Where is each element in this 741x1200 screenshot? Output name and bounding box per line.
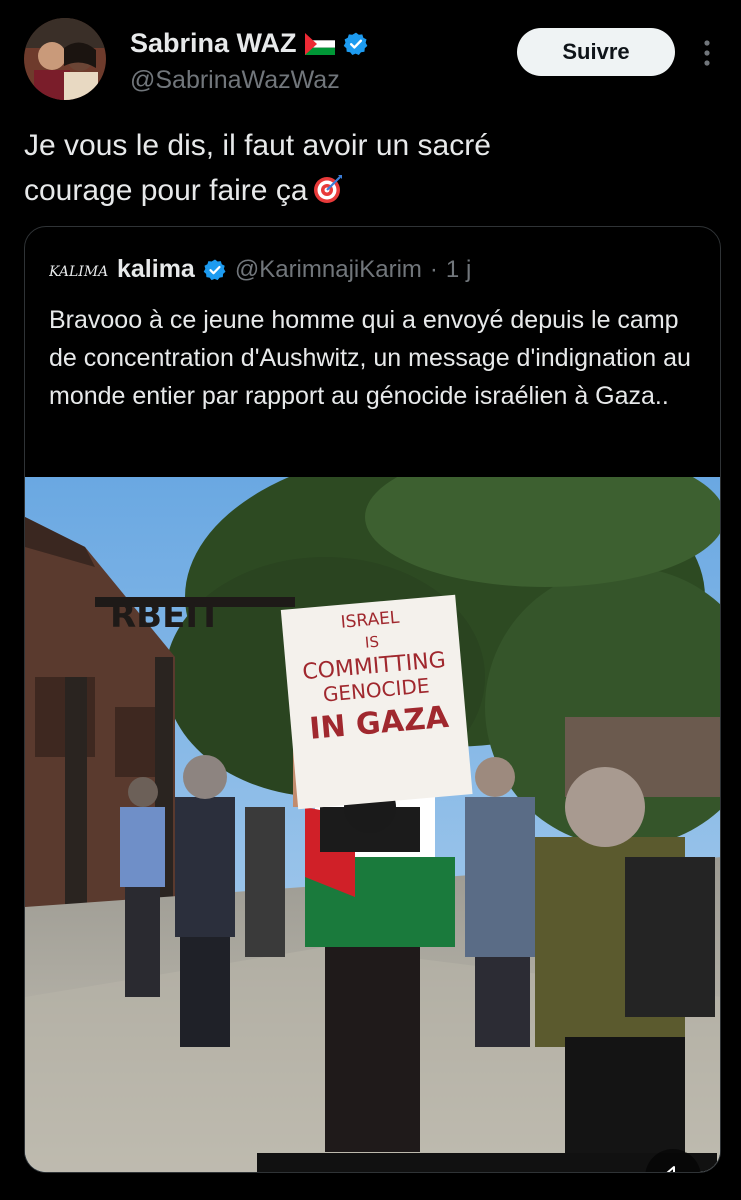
kalima-logo: KALIMA <box>49 264 108 280</box>
quoted-display-name[interactable]: kalima <box>117 255 195 284</box>
more-options-icon[interactable] <box>696 36 718 70</box>
author-name-row: Sabrina WAZ <box>130 28 369 59</box>
verified-badge-icon[interactable] <box>343 31 369 57</box>
protest-sign: ISRAEL IS COMMITTING GENOCIDE IN GAZA <box>280 594 473 810</box>
quoted-verified-badge-icon <box>203 259 226 280</box>
tweet-header: Sabrina WAZ @SabrinaWazWaz Suivre <box>0 0 741 110</box>
author-handle[interactable]: @SabrinaWazWaz <box>130 66 340 95</box>
tweet-body: Je vous le dis, il faut avoir un sacré c… <box>24 123 714 213</box>
author-display-name[interactable]: Sabrina WAZ <box>130 28 297 59</box>
quoted-separator: · <box>429 255 438 283</box>
quoted-video[interactable]: RBEIT ISRAEL IS COMMITTING GENOCIDE IN G… <box>25 477 720 1172</box>
follow-button[interactable]: Suivre <box>517 28 675 76</box>
tweet-text-line-1: Je vous le dis, il faut avoir un sacré <box>24 129 491 162</box>
volume-muted-icon <box>661 1166 675 1172</box>
video-frame: RBEIT ISRAEL IS COMMITTING GENOCIDE IN G… <box>25 477 720 1172</box>
direct-hit-target-icon <box>312 173 344 205</box>
quoted-timestamp[interactable]: 1 j <box>446 256 471 284</box>
quoted-tweet-text: Bravooo à ce jeune homme qui a envoyé de… <box>49 306 691 410</box>
quoted-tweet[interactable]: KALIMA kalima @KarimnajiKarim · 1 j Brav… <box>24 226 721 1173</box>
kalima-logo-text: KALIMA <box>49 264 108 280</box>
quoted-handle[interactable]: @KarimnajiKarim <box>235 256 422 284</box>
gate-sign-text: RBEIT <box>110 596 222 636</box>
sign-line-2: IS <box>364 633 379 652</box>
quoted-tweet-header: KALIMA kalima @KarimnajiKarim · 1 j <box>49 255 471 284</box>
author-avatar[interactable] <box>24 18 106 100</box>
tweet-text-line-2: courage pour faire ça <box>24 168 714 213</box>
palestine-flag-icon <box>304 32 335 55</box>
tweet-text-line-2-text: courage pour faire ça <box>24 174 308 207</box>
